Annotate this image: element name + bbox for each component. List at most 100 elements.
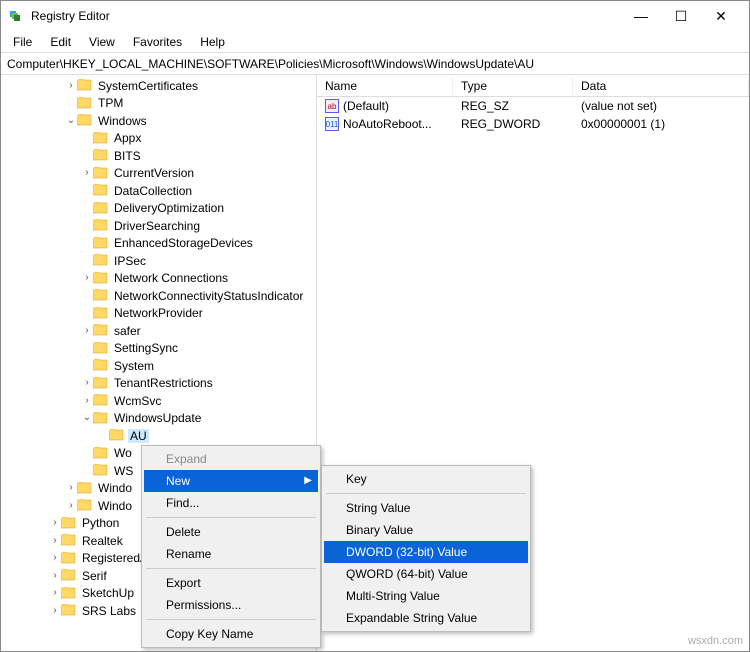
folder-icon bbox=[61, 604, 77, 617]
tree-item[interactable]: NetworkConnectivityStatusIndicator bbox=[1, 287, 316, 305]
ctx-sep bbox=[146, 568, 316, 569]
ctx-new-multi[interactable]: Multi-String Value bbox=[324, 585, 528, 607]
folder-icon bbox=[93, 237, 109, 250]
value-row[interactable]: ab(Default)REG_SZ(value not set) bbox=[317, 97, 749, 115]
minimize-button[interactable]: — bbox=[621, 2, 661, 30]
tree-item-label: TenantRestrictions bbox=[112, 376, 215, 390]
chevron-right-icon[interactable]: › bbox=[49, 606, 61, 616]
tree-item[interactable]: Appx bbox=[1, 130, 316, 148]
ctx-copykey[interactable]: Copy Key Name bbox=[144, 623, 318, 645]
chevron-right-icon[interactable]: › bbox=[81, 326, 93, 336]
tree-item[interactable]: EnhancedStorageDevices bbox=[1, 235, 316, 253]
chevron-right-icon[interactable]: › bbox=[65, 483, 77, 493]
tree-item[interactable]: IPSec bbox=[1, 252, 316, 270]
maximize-button[interactable]: ☐ bbox=[661, 2, 701, 30]
ctx-delete[interactable]: Delete bbox=[144, 521, 318, 543]
ctx-new-key[interactable]: Key bbox=[324, 468, 528, 490]
tree-item-label: System bbox=[112, 359, 156, 373]
tree-item[interactable]: TPM bbox=[1, 95, 316, 113]
folder-icon bbox=[109, 429, 125, 442]
tree-item[interactable]: ›SystemCertificates bbox=[1, 77, 316, 95]
content-area: ›SystemCertificatesTPM⌄WindowsAppxBITS›C… bbox=[1, 75, 749, 651]
ctx-permissions[interactable]: Permissions... bbox=[144, 594, 318, 616]
tree-item[interactable]: ⌄WindowsUpdate bbox=[1, 410, 316, 428]
col-name[interactable]: Name bbox=[317, 77, 453, 95]
tree-item-label: Wo bbox=[112, 446, 134, 460]
window-title: Registry Editor bbox=[31, 9, 621, 23]
chevron-right-icon[interactable]: › bbox=[49, 571, 61, 581]
tree-item-label: WS bbox=[112, 464, 135, 478]
ctx-sep bbox=[146, 619, 316, 620]
ctx-new-expand[interactable]: Expandable String Value bbox=[324, 607, 528, 629]
value-data: (value not set) bbox=[573, 98, 749, 114]
menubar: File Edit View Favorites Help bbox=[1, 31, 749, 53]
chevron-right-icon[interactable]: › bbox=[81, 168, 93, 178]
chevron-right-icon[interactable]: › bbox=[49, 536, 61, 546]
ctx-new-binary[interactable]: Binary Value bbox=[324, 519, 528, 541]
ctx-export[interactable]: Export bbox=[144, 572, 318, 594]
value-data: 0x00000001 (1) bbox=[573, 116, 749, 132]
chevron-right-icon[interactable]: › bbox=[49, 518, 61, 528]
tree-item[interactable]: ›WcmSvc bbox=[1, 392, 316, 410]
ctx-new-string[interactable]: String Value bbox=[324, 497, 528, 519]
tree-item[interactable]: System bbox=[1, 357, 316, 375]
chevron-right-icon[interactable]: › bbox=[81, 378, 93, 388]
tree-item[interactable]: DataCollection bbox=[1, 182, 316, 200]
tree-item-label: Network Connections bbox=[112, 271, 230, 285]
folder-icon bbox=[93, 377, 109, 390]
tree-item[interactable]: ›safer bbox=[1, 322, 316, 340]
col-type[interactable]: Type bbox=[453, 77, 573, 95]
tree-item-label: DeliveryOptimization bbox=[112, 201, 226, 215]
ctx-rename[interactable]: Rename bbox=[144, 543, 318, 565]
menu-help[interactable]: Help bbox=[192, 33, 233, 51]
address-bar[interactable]: Computer\HKEY_LOCAL_MACHINE\SOFTWARE\Pol… bbox=[1, 53, 749, 75]
tree-item[interactable]: BITS bbox=[1, 147, 316, 165]
context-submenu-new: Key String Value Binary Value DWORD (32-… bbox=[321, 465, 531, 632]
menu-file[interactable]: File bbox=[5, 33, 40, 51]
folder-icon bbox=[77, 482, 93, 495]
ctx-new[interactable]: New▶ bbox=[144, 470, 318, 492]
chevron-right-icon[interactable]: › bbox=[65, 81, 77, 91]
value-name: (Default) bbox=[343, 99, 389, 113]
tree-item-label: Windows bbox=[96, 114, 149, 128]
tree-item[interactable]: DeliveryOptimization bbox=[1, 200, 316, 218]
folder-icon bbox=[61, 552, 77, 565]
menu-edit[interactable]: Edit bbox=[42, 33, 79, 51]
chevron-right-icon[interactable]: › bbox=[81, 273, 93, 283]
folder-icon bbox=[93, 132, 109, 145]
registry-editor-window: Registry Editor — ☐ ✕ File Edit View Fav… bbox=[0, 0, 750, 652]
col-data[interactable]: Data bbox=[573, 77, 749, 95]
tree-item[interactable]: AU bbox=[1, 427, 316, 445]
tree-item-label: Appx bbox=[112, 131, 143, 145]
menu-favorites[interactable]: Favorites bbox=[125, 33, 190, 51]
tree-item-label: NetworkProvider bbox=[112, 306, 205, 320]
tree-item-label: SettingSync bbox=[112, 341, 180, 355]
chevron-right-icon[interactable]: › bbox=[49, 553, 61, 563]
tree-item[interactable]: ⌄ Windows bbox=[1, 112, 316, 130]
folder-icon bbox=[93, 307, 109, 320]
chevron-down-icon[interactable]: ⌄ bbox=[81, 413, 93, 423]
chevron-right-icon[interactable]: › bbox=[65, 501, 77, 511]
folder-icon bbox=[93, 184, 109, 197]
menu-view[interactable]: View bbox=[81, 33, 123, 51]
tree-item[interactable]: SettingSync bbox=[1, 340, 316, 358]
folder-icon bbox=[77, 79, 93, 92]
tree-item[interactable]: › Network Connections bbox=[1, 270, 316, 288]
value-row[interactable]: 011NoAutoReboot...REG_DWORD0x00000001 (1… bbox=[317, 115, 749, 133]
tree-item[interactable]: NetworkProvider bbox=[1, 305, 316, 323]
ctx-expand[interactable]: Expand bbox=[144, 448, 318, 470]
ctx-new-dword[interactable]: DWORD (32-bit) Value bbox=[324, 541, 528, 563]
tree-item[interactable]: ›CurrentVersion bbox=[1, 165, 316, 183]
close-button[interactable]: ✕ bbox=[701, 2, 741, 30]
ctx-find[interactable]: Find... bbox=[144, 492, 318, 514]
chevron-right-icon[interactable]: › bbox=[81, 396, 93, 406]
folder-icon bbox=[93, 464, 109, 477]
chevron-right-icon[interactable]: › bbox=[49, 588, 61, 598]
ctx-new-qword[interactable]: QWORD (64-bit) Value bbox=[324, 563, 528, 585]
tree-item-label: SRS Labs bbox=[80, 604, 138, 618]
tree-item[interactable]: › TenantRestrictions bbox=[1, 375, 316, 393]
chevron-down-icon[interactable]: ⌄ bbox=[65, 116, 77, 126]
folder-icon bbox=[61, 569, 77, 582]
tree-item[interactable]: DriverSearching bbox=[1, 217, 316, 235]
folder-icon bbox=[61, 534, 77, 547]
